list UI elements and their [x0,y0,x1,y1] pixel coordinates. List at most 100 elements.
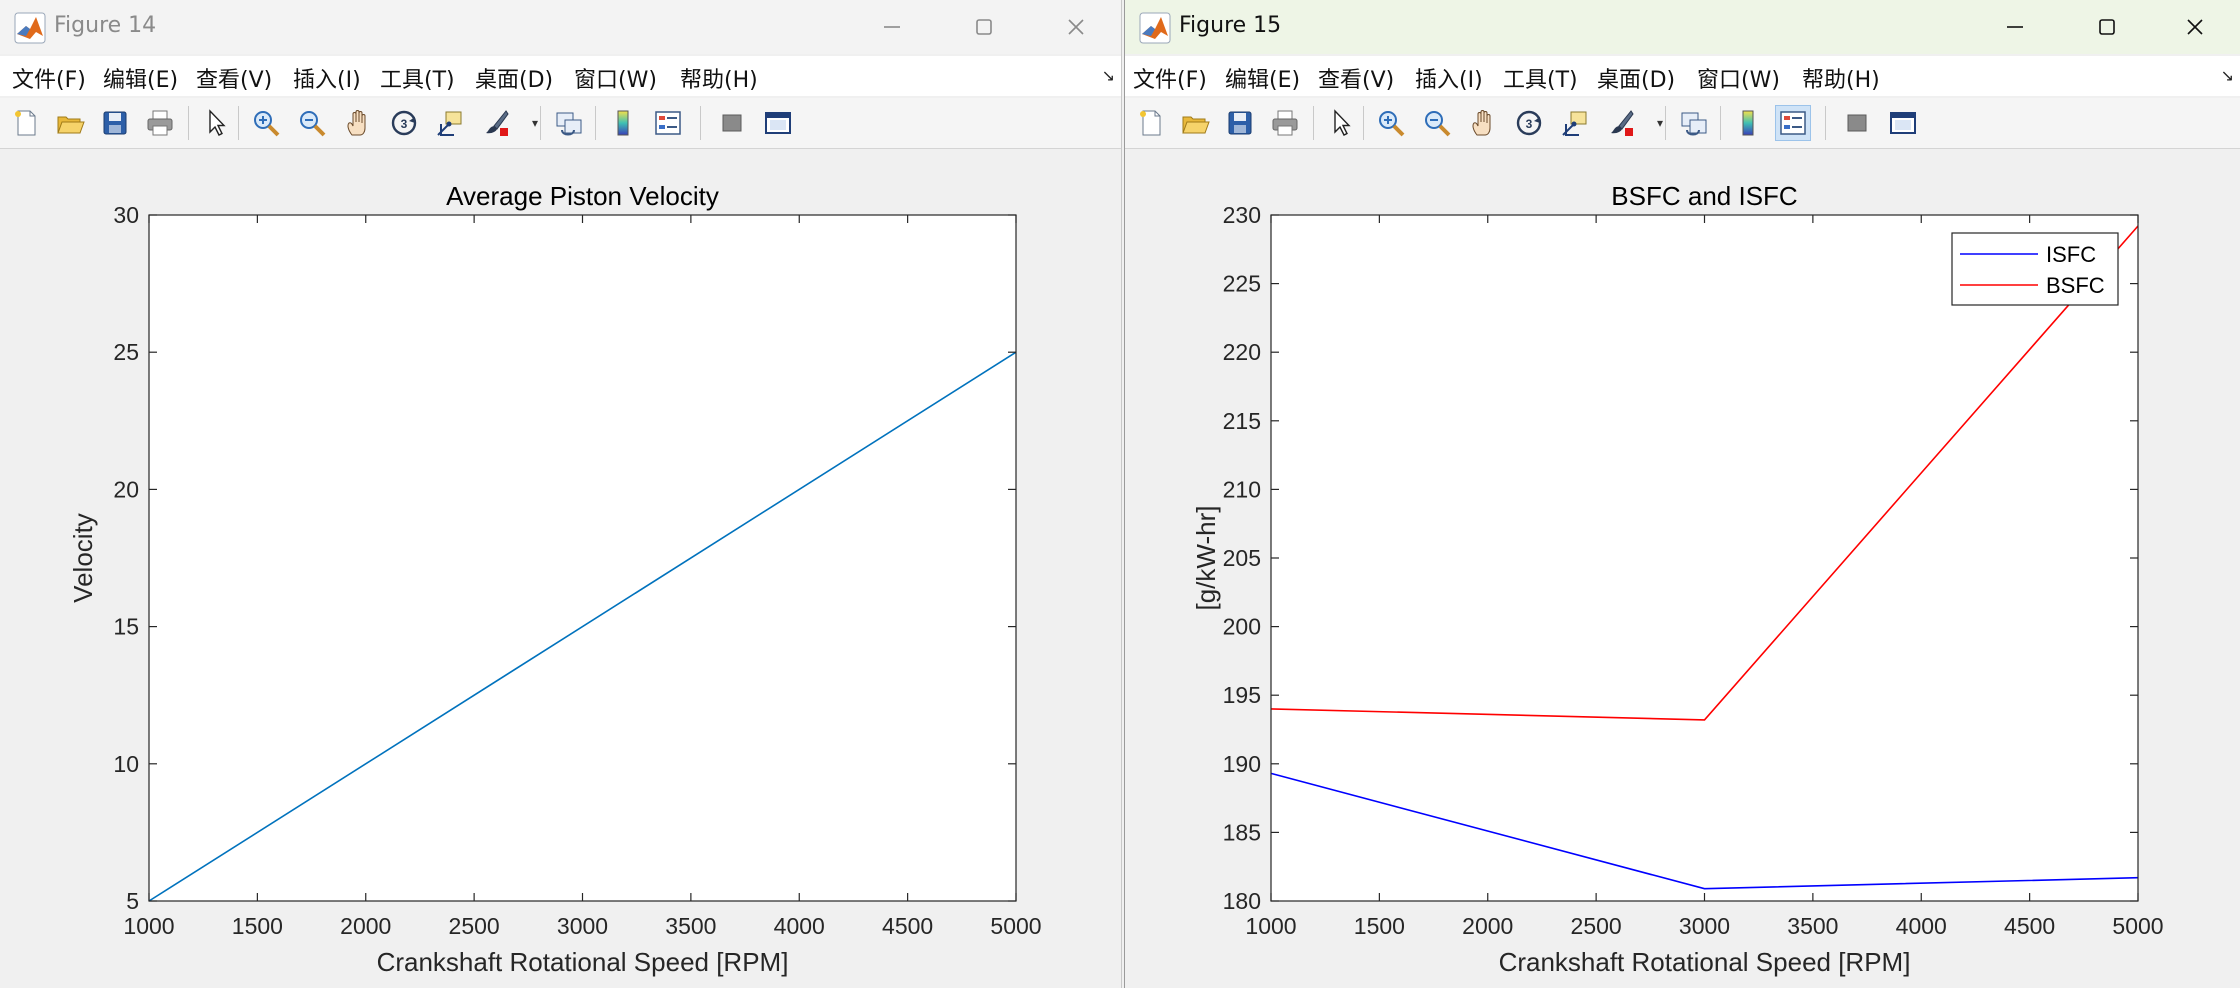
insert-colorbar-button[interactable] [605,105,641,141]
zoom-out-icon [300,111,326,137]
close-icon [1068,19,1084,35]
menu-edit[interactable]: 编辑(E) [1225,62,1300,94]
hide-plot-tools-button[interactable] [1839,105,1875,141]
pan-hand-button[interactable] [1465,105,1501,141]
plot-area[interactable]: 1000 1500 2000 2500 3000 3500 4000 4500 5000 180 1… [1125,150,2240,988]
pan-hand-button[interactable] [340,105,376,141]
zoom-in-button[interactable] [1373,105,1409,141]
show-plot-tools-button[interactable] [1885,105,1921,141]
brush-icon [1611,110,1634,136]
menu-help[interactable]: 帮助(H) [1802,62,1880,94]
y-tick-label: 180 [1223,888,1261,914]
show-plot-tools-button[interactable] [760,105,796,141]
save-button[interactable] [97,105,133,141]
x-tick-label: 2000 [340,913,391,939]
menu-insert[interactable]: 插入(I) [1415,62,1483,94]
insert-colorbar-icon [1742,110,1754,136]
chart-title: BSFC and ISFC [1611,181,1797,211]
menu-help[interactable]: 帮助(H) [680,62,758,94]
menu-desktop[interactable]: 桌面(D) [475,62,553,94]
hide-plot-tools-button[interactable] [714,105,750,141]
show-plot-tools-icon [765,112,791,134]
select-arrow-button[interactable] [1323,105,1359,141]
window-title: Figure 15 [1179,13,1282,38]
x-tick-label: 1500 [1354,913,1405,939]
brush-button[interactable] [1603,105,1639,141]
plot-area[interactable]: 1000 1500 2000 2500 3000 3500 4000 4500 5000 5 10 1… [0,150,1122,988]
insert-legend-button[interactable] [1775,105,1811,141]
save-icon [1228,111,1252,135]
zoom-out-button[interactable] [294,105,330,141]
x-tick-label: 1000 [123,913,174,939]
minimize-button[interactable] [1969,0,2061,54]
new-figure-button[interactable] [1133,105,1169,141]
legend[interactable]: ISFC BSFC [1951,232,2119,306]
figure-14-window: Figure 14 文件(F) 编辑(E) 查看(V) 插入(I) 工具(T) … [0,0,1122,988]
save-icon [103,111,127,135]
menu-overflow-icon[interactable]: ↘ [2221,66,2234,85]
toolbar-separator [1363,106,1364,140]
data-cursor-button[interactable] [432,105,468,141]
insert-colorbar-button[interactable] [1730,105,1766,141]
brush-button[interactable] [478,105,514,141]
menu-file[interactable]: 文件(F) [12,62,86,94]
menu-tools[interactable]: 工具(T) [1503,62,1578,94]
window-title: Figure 14 [54,13,157,38]
menu-overflow-icon[interactable]: ↘ [1102,66,1115,85]
menu-file[interactable]: 文件(F) [1133,62,1207,94]
svg-text:3: 3 [1526,117,1533,131]
figure-toolbar: 3 ▾ [0,98,1121,149]
x-tick-label: 2500 [449,913,500,939]
menu-tools[interactable]: 工具(T) [380,62,455,94]
pan-hand-icon [347,110,366,136]
toolbar-separator [595,106,596,140]
open-file-button[interactable] [1177,105,1213,141]
toolbar-separator [1825,106,1826,140]
menu-desktop[interactable]: 桌面(D) [1597,62,1675,94]
brush-dropdown-icon[interactable]: ▾ [1657,116,1663,130]
close-icon [2187,19,2203,35]
y-axis-label: [g/kW-hr] [1191,506,1221,611]
open-file-button[interactable] [52,105,88,141]
svg-text:3: 3 [401,117,408,131]
menu-view[interactable]: 查看(V) [1318,62,1394,94]
insert-legend-button[interactable] [650,105,686,141]
link-plot-button[interactable] [1676,105,1712,141]
data-cursor-button[interactable] [1557,105,1593,141]
brush-dropdown-icon[interactable]: ▾ [532,116,538,130]
close-button[interactable] [1030,0,1121,54]
minimize-button[interactable] [846,0,938,54]
select-arrow-button[interactable] [198,105,234,141]
rotate-3d-button[interactable]: 3 [1511,105,1547,141]
x-tick-label: 3500 [665,913,716,939]
title-bar[interactable]: Figure 14 [0,0,1121,54]
print-button[interactable] [142,105,178,141]
new-figure-button[interactable] [8,105,44,141]
y-tick-label: 205 [1223,545,1261,571]
x-tick-label: 1000 [1245,913,1296,939]
menu-view[interactable]: 查看(V) [196,62,272,94]
x-tick-label: 2500 [1571,913,1622,939]
close-button[interactable] [2149,0,2240,54]
toolbar-separator [1313,106,1314,140]
menu-window[interactable]: 窗口(W) [574,62,657,94]
x-axis-label: Crankshaft Rotational Speed [RPM] [377,947,789,977]
zoom-out-button[interactable] [1419,105,1455,141]
maximize-button[interactable] [2061,0,2153,54]
rotate-3d-button[interactable]: 3 [386,105,422,141]
y-tick-label: 5 [126,888,139,914]
figure-toolbar: 3 ▾ [1125,98,2240,149]
insert-colorbar-icon [617,110,629,136]
title-bar[interactable]: Figure 15 [1125,0,2240,54]
save-button[interactable] [1222,105,1258,141]
maximize-button[interactable] [938,0,1030,54]
menu-window[interactable]: 窗口(W) [1697,62,1780,94]
y-tick-label: 25 [113,339,139,365]
menu-insert[interactable]: 插入(I) [293,62,361,94]
y-tick-label: 185 [1223,819,1261,845]
zoom-in-button[interactable] [248,105,284,141]
link-plot-button[interactable] [551,105,587,141]
print-button[interactable] [1267,105,1303,141]
matlab-logo-icon [14,12,46,44]
menu-edit[interactable]: 编辑(E) [103,62,178,94]
